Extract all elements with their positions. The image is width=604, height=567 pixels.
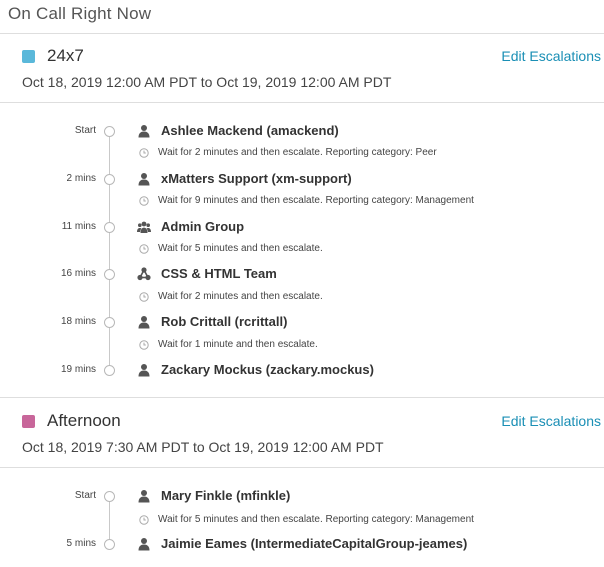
recipient-name[interactable]: Zackary Mockus (zackary.mockus): [161, 362, 374, 377]
schedule-name: Afternoon: [47, 411, 121, 430]
step-time: 18 mins: [60, 316, 96, 327]
step-time: Start: [74, 490, 96, 501]
escalation-step: 16 mins CSS & HTML Team: [0, 265, 604, 285]
timeline-node: [104, 126, 115, 137]
user-icon: [138, 364, 150, 377]
clock-icon: [139, 515, 149, 525]
step-time: 11 mins: [61, 221, 96, 232]
wait-row: Wait for 5 minutes and then escalate.: [0, 242, 604, 258]
wait-text: Wait for 1 minute and then escalate.: [158, 339, 318, 350]
timeline-node: [104, 539, 115, 550]
schedule-divider: [0, 397, 604, 398]
recipient-name[interactable]: Jaimie Eames (IntermediateCapitalGroup-j…: [161, 536, 467, 551]
step-time: Start: [74, 125, 96, 136]
escalation-step: Start Mary Finkle (mfinkle): [0, 487, 604, 507]
schedule-divider: [0, 467, 604, 468]
step-time: 5 mins: [66, 538, 96, 549]
wait-text: Wait for 5 minutes and then escalate.: [158, 243, 323, 254]
escalation-step: 18 mins Rob Crittall (rcrittall): [0, 313, 604, 333]
step-time: 19 mins: [60, 364, 96, 375]
wait-text: Wait for 5 minutes and then escalate. Re…: [158, 514, 474, 525]
schedule-date-range: Oct 18, 2019 7:30 AM PDT to Oct 19, 2019…: [22, 439, 384, 455]
escalation-step: 5 mins Jaimie Eames (IntermediateCapital…: [0, 535, 604, 555]
user-icon: [138, 316, 150, 329]
escalation-step: 11 mins Admin Group: [0, 218, 604, 238]
schedule-color-chip: [22, 415, 35, 428]
schedule-afternoon: Afternoon Edit Escalations Oct 18, 2019 …: [0, 401, 604, 551]
recipient-name[interactable]: CSS & HTML Team: [161, 266, 277, 281]
schedule-color-chip: [22, 50, 35, 63]
recipient-name[interactable]: Admin Group: [161, 219, 244, 234]
timeline-node: [104, 269, 115, 280]
escalation-step: 2 mins xMatters Support (xm-support): [0, 170, 604, 190]
schedule-header: 24x7 Edit Escalations Oct 18, 2019 12:00…: [0, 36, 604, 98]
schedule-divider: [0, 102, 604, 103]
wait-row: Wait for 9 minutes and then escalate. Re…: [0, 194, 604, 210]
recipient-name[interactable]: Mary Finkle (mfinkle): [161, 488, 290, 503]
timeline-node: [104, 317, 115, 328]
wait-row: Wait for 2 minutes and then escalate. Re…: [0, 146, 604, 162]
wait-row: Wait for 2 minutes and then escalate.: [0, 290, 604, 306]
user-icon: [138, 125, 150, 138]
wait-text: Wait for 9 minutes and then escalate. Re…: [158, 195, 474, 206]
escalation-step: 19 mins Zackary Mockus (zackary.mockus): [0, 361, 604, 381]
clock-icon: [139, 244, 149, 254]
schedule-header: Afternoon Edit Escalations Oct 18, 2019 …: [0, 401, 604, 463]
clock-icon: [139, 148, 149, 158]
wait-row: Wait for 1 minute and then escalate.: [0, 338, 604, 354]
page-heading: On Call Right Now: [8, 4, 152, 23]
wait-row: Wait for 5 minutes and then escalate. Re…: [0, 513, 604, 529]
timeline-node: [104, 174, 115, 185]
timeline-node: [104, 365, 115, 376]
schedule-date-range: Oct 18, 2019 12:00 AM PDT to Oct 19, 201…: [22, 74, 392, 90]
recipient-name[interactable]: Ashlee Mackend (amackend): [161, 123, 339, 138]
user-icon: [138, 173, 150, 186]
timeline-node: [104, 222, 115, 233]
schedule-name: 24x7: [47, 46, 84, 65]
user-icon: [138, 538, 150, 551]
schedule-24x7: 24x7 Edit Escalations Oct 18, 2019 12:00…: [0, 36, 604, 398]
edit-escalations-link[interactable]: Edit Escalations: [501, 413, 601, 429]
edit-escalations-link[interactable]: Edit Escalations: [501, 48, 601, 64]
escalation-step: Start Ashlee Mackend (amackend): [0, 122, 604, 142]
step-time: 2 mins: [66, 173, 96, 184]
wait-text: Wait for 2 minutes and then escalate.: [158, 291, 323, 302]
user-icon: [138, 490, 150, 503]
wait-text: Wait for 2 minutes and then escalate. Re…: [158, 147, 437, 158]
clock-icon: [139, 292, 149, 302]
clock-icon: [139, 340, 149, 350]
team-icon: [137, 267, 151, 281]
recipient-name[interactable]: xMatters Support (xm-support): [161, 171, 352, 186]
heading-divider: [0, 33, 604, 34]
recipient-name[interactable]: Rob Crittall (rcrittall): [161, 314, 287, 329]
timeline-node: [104, 491, 115, 502]
group-icon: [137, 221, 151, 233]
step-time: 16 mins: [60, 268, 96, 279]
clock-icon: [139, 196, 149, 206]
